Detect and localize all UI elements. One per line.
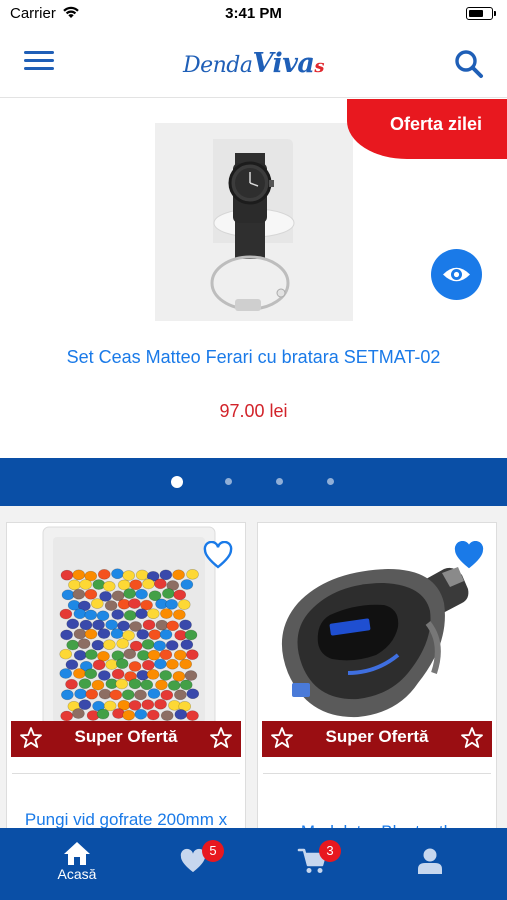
app-screen: Carrier 3:41 PM DendaVivas Oferta zilei … bbox=[0, 0, 507, 900]
page-dot-1[interactable] bbox=[171, 476, 183, 488]
page-dot-2[interactable] bbox=[225, 478, 232, 485]
featured-product-carousel[interactable]: Oferta zilei Set Ceas Matteo Ferari cu b… bbox=[0, 99, 507, 457]
super-offer-label: Super Ofertă bbox=[74, 727, 178, 746]
tab-home-label: Acasă bbox=[57, 866, 97, 882]
carousel-pagination bbox=[0, 458, 507, 506]
star-icon bbox=[20, 727, 42, 748]
page-dot-3[interactable] bbox=[276, 478, 283, 485]
battery-level bbox=[468, 9, 484, 17]
product-card[interactable]: Super Ofertă Modulator Bluetooth bbox=[257, 522, 497, 842]
tab-favorites[interactable]: 5 bbox=[130, 828, 256, 900]
tab-home[interactable]: Acasă bbox=[14, 828, 140, 900]
deal-of-the-day-badge: Oferta zilei bbox=[347, 99, 507, 159]
divider bbox=[263, 773, 491, 774]
heart-outline-icon[interactable] bbox=[203, 540, 233, 569]
divider bbox=[12, 773, 240, 774]
clock: 3:41 PM bbox=[225, 5, 282, 22]
featured-product-image[interactable] bbox=[155, 123, 353, 321]
heart-filled-icon[interactable] bbox=[454, 540, 484, 569]
tab-account[interactable] bbox=[367, 828, 493, 900]
home-icon bbox=[64, 842, 90, 865]
cart-count-badge: 3 bbox=[319, 840, 341, 862]
search-icon[interactable] bbox=[453, 48, 485, 80]
featured-product-title[interactable]: Set Ceas Matteo Ferari cu bratara SETMAT… bbox=[40, 345, 467, 369]
super-offer-banner: Super Ofertă bbox=[11, 721, 241, 757]
bottom-tab-bar: Acasă 5 3 bbox=[0, 828, 507, 900]
favorites-count-badge: 5 bbox=[202, 840, 224, 862]
top-navigation-bar: DendaVivas bbox=[0, 28, 507, 98]
status-bar: Carrier 3:41 PM bbox=[0, 0, 507, 28]
star-icon bbox=[271, 727, 293, 748]
brand-logo[interactable]: DendaVivas bbox=[0, 48, 507, 79]
star-icon bbox=[210, 727, 232, 748]
product-grid: Super Ofertă Pungi vid gofrate 200mm x 3… bbox=[0, 506, 507, 842]
tab-cart[interactable]: 3 bbox=[249, 828, 375, 900]
super-offer-banner: Super Ofertă bbox=[262, 721, 492, 757]
eye-icon[interactable] bbox=[431, 249, 482, 300]
user-icon bbox=[418, 848, 442, 874]
product-card[interactable]: Super Ofertă Pungi vid gofrate 200mm x 3… bbox=[6, 522, 246, 842]
featured-product-price: 97.00 lei bbox=[219, 401, 288, 421]
star-icon bbox=[461, 727, 483, 748]
battery-icon bbox=[466, 7, 496, 20]
super-offer-label: Super Ofertă bbox=[325, 727, 429, 746]
page-dot-4[interactable] bbox=[327, 478, 334, 485]
